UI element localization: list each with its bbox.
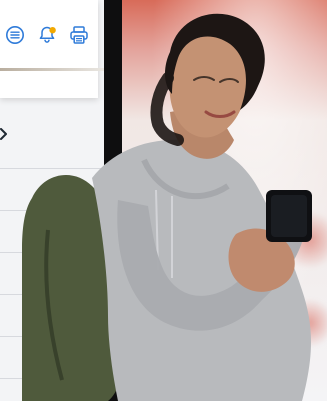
print-button[interactable]	[68, 24, 90, 46]
screenshot-stage	[0, 0, 327, 401]
menu-icon	[6, 26, 24, 44]
list-background	[0, 158, 104, 401]
row-divider	[0, 252, 104, 253]
row-divider	[0, 378, 104, 379]
vertical-divider	[104, 0, 122, 401]
promo-photo-background	[122, 0, 327, 401]
notifications-button[interactable]	[36, 24, 58, 46]
header-card	[0, 0, 98, 98]
row-divider	[0, 168, 104, 169]
bell-icon	[39, 26, 56, 43]
row-divider	[0, 294, 104, 295]
chevron-right-icon[interactable]	[0, 128, 8, 140]
header-separator	[0, 68, 104, 71]
print-icon	[70, 26, 88, 44]
menu-button[interactable]	[4, 24, 26, 46]
header-toolbar	[4, 22, 90, 48]
background-blur-red	[282, 210, 327, 270]
background-blur-red-2	[287, 298, 327, 348]
row-divider	[0, 336, 104, 337]
row-divider	[0, 210, 104, 211]
